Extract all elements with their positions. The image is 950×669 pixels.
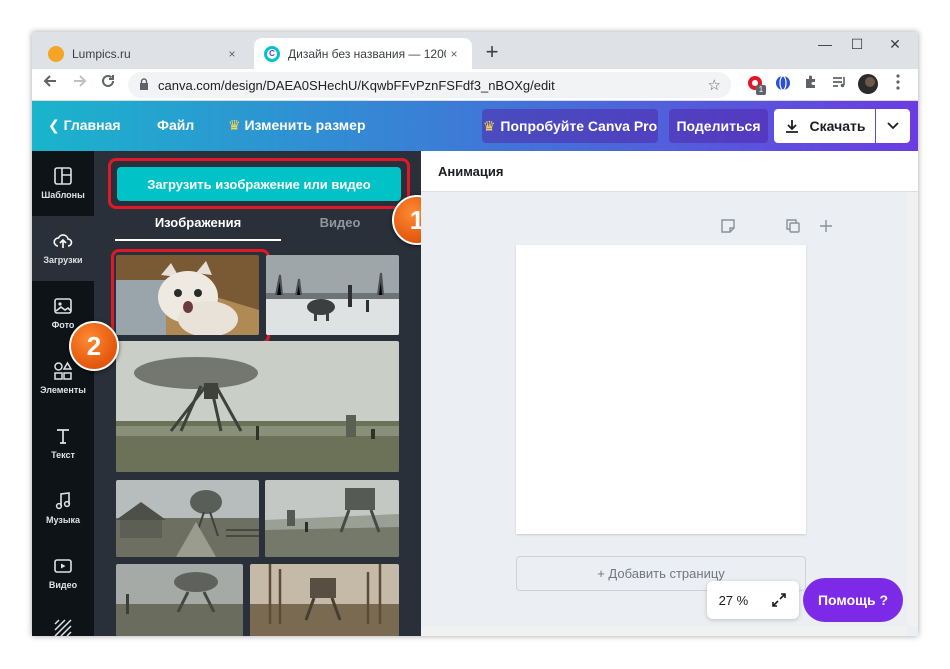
sidebar-item-label: Шаблоны (41, 190, 85, 200)
editor-area: Анимация + Добавить страницу 27 % Помощь… (421, 151, 918, 636)
horizontal-scrollbar[interactable] (421, 626, 907, 636)
zoom-level[interactable]: 27 % (719, 593, 749, 608)
cloud-upload-icon (53, 234, 73, 248)
duplicate-page-icon[interactable] (784, 219, 802, 237)
sidebar-item-uploads[interactable]: Загрузки (32, 216, 94, 281)
sidebar-item-music[interactable]: Музыка (32, 476, 94, 541)
tab-strip: Lumpics.ru × C Дизайн без названия — 120… (32, 32, 918, 69)
tab-canva-design[interactable]: C Дизайн без названия — 1200 × × (254, 38, 472, 69)
bookmark-star-icon[interactable]: ☆ (708, 76, 721, 94)
sidebar-item-label: Фото (51, 320, 75, 330)
share-button[interactable]: Поделиться (669, 109, 768, 143)
fullscreen-expand-icon[interactable] (771, 592, 787, 608)
crown-icon: ♛ (228, 117, 241, 133)
menu-kebab-icon[interactable] (887, 74, 909, 96)
browser-toolbar: canva.com/design/DAEA0SHechU/KqwbFFvPznF… (32, 69, 918, 101)
canva-favicon-icon: C (264, 45, 280, 62)
lumpics-favicon-icon (48, 45, 64, 62)
video-icon (54, 559, 72, 573)
tab-title: Lumpics.ru (72, 46, 131, 61)
home-link[interactable]: ❮ Главная (48, 117, 121, 134)
canva-header: ❮ Главная Файл ♛ Изменить размер ♛ Попроб… (32, 101, 918, 151)
vpn-globe-icon[interactable] (772, 74, 794, 96)
tab-title: Дизайн без названия — 1200 × (288, 46, 446, 61)
note-icon[interactable] (719, 219, 737, 237)
sidebar-item-templates[interactable]: Шаблоны (32, 151, 94, 216)
back-arrow-icon[interactable] (38, 73, 62, 97)
uploaded-image-mech-field[interactable] (265, 480, 399, 557)
browser-window: Lumpics.ru × C Дизайн без названия — 120… (32, 32, 918, 636)
resize-button[interactable]: ♛ Изменить размер (228, 117, 366, 134)
url-text: canva.com/design/DAEA0SHechU/KqwbFFvPznF… (158, 77, 555, 93)
vertical-scrollbar[interactable] (907, 192, 918, 626)
sidebar-item-label: Музыка (45, 515, 81, 525)
tab-lumpics[interactable]: Lumpics.ru × (38, 38, 250, 69)
sidebar-item-video[interactable]: Видео (32, 541, 94, 606)
crown-icon: ♛ (482, 117, 496, 134)
file-menu[interactable]: Файл (157, 117, 194, 133)
tab-images[interactable]: Изображения (115, 215, 281, 241)
zoom-control[interactable]: 27 % (707, 581, 799, 619)
object-sidebar: Шаблоны Загрузки Фото Элементы Текст Муз… (32, 151, 94, 636)
puzzle-extensions-icon[interactable] (800, 74, 822, 96)
sidebar-item-label: Текст (51, 450, 75, 460)
sidebar-item-more[interactable] (32, 606, 94, 636)
tab-close-icon[interactable]: × (224, 47, 240, 61)
upload-media-button[interactable]: Загрузить изображение или видео (117, 167, 401, 201)
sidebar-item-label: Видео (48, 580, 78, 590)
uploaded-image-village[interactable] (116, 480, 259, 557)
animation-button[interactable]: Анимация (438, 164, 503, 179)
pattern-icon (54, 619, 72, 636)
forward-arrow-icon[interactable] (68, 73, 92, 97)
tab-videos[interactable]: Видео (281, 215, 399, 241)
download-options-button[interactable] (876, 109, 910, 143)
uploaded-image-cat[interactable] (116, 255, 259, 335)
extension-badge: 1 (756, 85, 766, 95)
profile-avatar[interactable] (857, 74, 879, 96)
uploads-panel: Загрузить изображение или видео Изображе… (94, 151, 421, 636)
new-tab-button[interactable]: + (480, 40, 504, 64)
lock-icon (140, 78, 148, 90)
step-2-badge: 2 (69, 321, 119, 371)
tab-close-icon[interactable]: × (446, 47, 462, 61)
chevron-down-icon (887, 122, 899, 130)
extension-red-icon[interactable]: 1 (744, 74, 766, 96)
image-icon (54, 298, 72, 314)
sidebar-item-text[interactable]: Текст (32, 411, 94, 476)
chevron-left-icon: ❮ (48, 117, 64, 133)
music-icon (55, 492, 71, 510)
layout-icon (54, 167, 72, 185)
shapes-icon (54, 361, 73, 380)
media-queue-icon[interactable] (828, 74, 850, 96)
help-button[interactable]: Помощь ? (803, 578, 903, 622)
reload-icon[interactable] (96, 73, 120, 97)
download-icon (785, 120, 798, 133)
sidebar-item-label: Загрузки (43, 255, 83, 265)
download-button[interactable]: Скачать (774, 109, 875, 143)
add-page-plus-icon[interactable] (817, 219, 835, 237)
uploaded-image-autumn[interactable] (250, 564, 399, 636)
sidebar-item-label: Элементы (40, 385, 86, 395)
address-bar[interactable]: canva.com/design/DAEA0SHechU/KqwbFFvPznF… (128, 72, 731, 98)
try-pro-button[interactable]: ♛ Попробуйте Canva Pro (482, 109, 658, 143)
uploaded-image-walker[interactable] (116, 341, 399, 472)
uploaded-image-mech-army[interactable] (116, 564, 243, 636)
text-icon (57, 429, 69, 444)
animation-toolbar: Анимация (421, 151, 918, 192)
uploaded-image-snow-field[interactable] (266, 255, 399, 335)
upload-highlight-box: Загрузить изображение или видео (108, 158, 410, 209)
design-page-canvas[interactable] (516, 245, 806, 534)
close-window-button[interactable]: ✕ (872, 32, 918, 56)
